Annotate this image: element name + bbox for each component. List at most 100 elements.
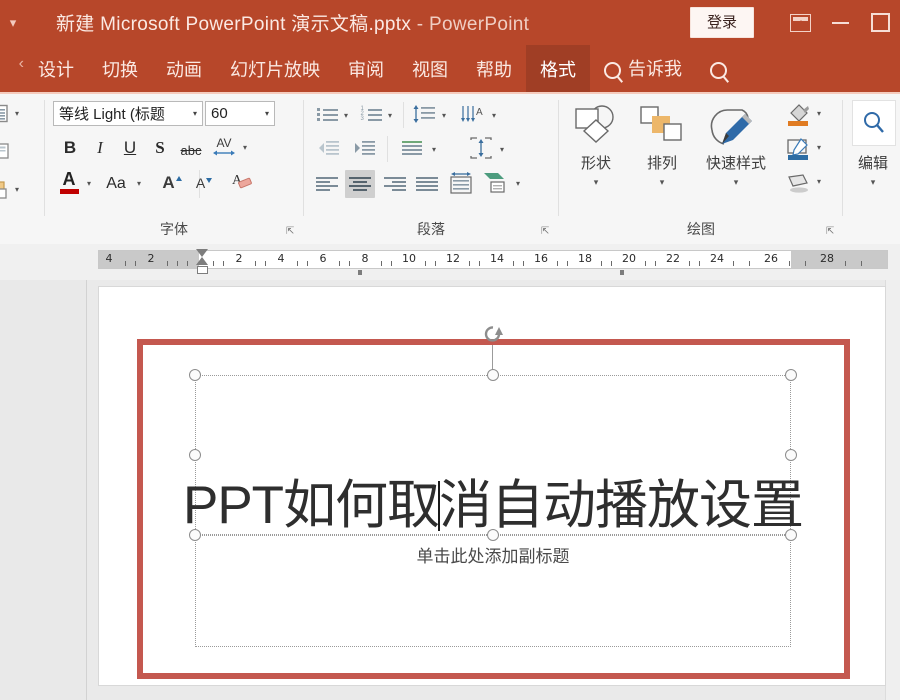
new-slide-dropdown-icon[interactable]: ▾ (12, 108, 22, 118)
shape-effects-icon[interactable] (784, 170, 812, 196)
arrange-dropdown-icon[interactable]: ▾ (656, 176, 668, 188)
italic-button[interactable]: I (88, 136, 112, 160)
justify-icon[interactable] (413, 172, 441, 196)
quick-styles-label[interactable]: 快速样式 (690, 152, 782, 173)
shape-effects-dropdown-icon[interactable]: ▾ (814, 176, 824, 186)
sign-in-button[interactable]: 登录 (689, 7, 754, 38)
tell-me-box[interactable]: 告诉我 (590, 45, 692, 92)
tab-review[interactable]: 审阅 (334, 45, 398, 92)
account-search-icon[interactable] (696, 45, 737, 92)
tab-slideshow[interactable]: 幻灯片放映 (216, 45, 334, 92)
maximize-icon[interactable] (860, 0, 900, 45)
align-text-icon[interactable] (399, 138, 425, 158)
font-color-dropdown-icon[interactable]: ▾ (84, 178, 94, 188)
slide-thumbnail-pane[interactable] (0, 280, 87, 700)
increase-indent-icon[interactable] (351, 138, 377, 158)
drawing-dialog-launcher-icon[interactable]: ⇱ (826, 227, 836, 237)
font-name-combobox[interactable]: 等线 Light (标题 ▾ (53, 101, 203, 126)
text-box-align-icon[interactable] (467, 136, 495, 160)
underline-button[interactable]: U (118, 136, 142, 160)
character-spacing-dropdown-icon[interactable]: ▾ (240, 142, 250, 152)
tab-format[interactable]: 格式 (526, 45, 590, 92)
handle-title-bottom-center[interactable] (487, 529, 499, 541)
line-spacing-icon[interactable] (411, 104, 437, 124)
align-left-icon[interactable] (313, 172, 341, 196)
text-box-align-dropdown-icon[interactable]: ▾ (497, 144, 507, 154)
ribbon-display-options-icon[interactable] (780, 0, 820, 45)
handle-title-middle-right[interactable] (785, 449, 797, 461)
shapes-icon[interactable] (570, 104, 622, 153)
convert-to-smartart-icon[interactable] (481, 170, 511, 196)
vertical-scrollbar[interactable] (885, 280, 900, 700)
text-direction-dropdown-icon[interactable]: ▾ (489, 110, 499, 120)
handle-title-top-right[interactable] (785, 369, 797, 381)
bold-button[interactable]: B (58, 136, 82, 160)
strikethrough-button[interactable]: abc (176, 138, 206, 162)
handle-title-bottom-right[interactable] (785, 529, 797, 541)
shape-outline-dropdown-icon[interactable]: ▾ (814, 142, 824, 152)
indent-marker-icon[interactable] (196, 247, 209, 274)
minimize-icon[interactable] (820, 0, 860, 45)
title-placeholder[interactable]: PPT如何取消自动播放设置 (183, 375, 804, 535)
tab-transitions[interactable]: 切换 (88, 45, 152, 92)
align-text-dropdown-icon[interactable]: ▾ (429, 144, 439, 154)
tab-view[interactable]: 视图 (398, 45, 462, 92)
new-slide-icon[interactable] (0, 102, 12, 126)
arrange-icon[interactable] (640, 106, 686, 151)
rotation-handle-icon[interactable] (482, 323, 504, 345)
handle-title-top-left[interactable] (189, 369, 201, 381)
find-magnifier-icon[interactable] (852, 100, 896, 146)
line-spacing-dropdown-icon[interactable]: ▾ (439, 110, 449, 120)
smartart-dropdown-icon[interactable]: ▾ (513, 178, 523, 188)
editing-group-button-label[interactable]: 编辑 (846, 152, 900, 173)
tab-stop-marker-1[interactable] (358, 270, 362, 275)
change-case-button[interactable]: Aa (100, 172, 132, 196)
shape-fill-icon[interactable] (784, 102, 812, 128)
quick-styles-icon[interactable] (702, 104, 758, 155)
character-spacing-button[interactable]: AV (210, 134, 238, 160)
align-right-icon[interactable] (381, 172, 409, 196)
section-icon[interactable] (0, 178, 12, 202)
font-size-combobox[interactable]: 60 ▾ (205, 101, 275, 126)
editing-dropdown-icon[interactable]: ▾ (867, 176, 879, 188)
character-spacing-label: AV (216, 135, 232, 150)
shapes-label[interactable]: 形状 (556, 152, 636, 173)
numbering-icon[interactable]: 123 (359, 104, 383, 124)
paragraph-dialog-launcher-icon[interactable]: ⇱ (541, 227, 551, 237)
font-dialog-launcher-icon[interactable]: ⇱ (286, 227, 296, 237)
font-size-dropdown-icon[interactable]: ▾ (265, 109, 274, 118)
clear-formatting-button[interactable]: A (228, 168, 256, 196)
handle-title-top-center[interactable] (487, 369, 499, 381)
arrange-label[interactable]: 排列 (632, 152, 692, 173)
tab-overflow-icon[interactable]: ‹ (0, 45, 24, 92)
bullets-dropdown-icon[interactable]: ▾ (341, 110, 351, 120)
bullets-icon[interactable] (315, 104, 339, 124)
tab-animations[interactable]: 动画 (152, 45, 216, 92)
handle-title-middle-left[interactable] (189, 449, 201, 461)
quick-styles-dropdown-icon[interactable]: ▾ (730, 176, 742, 188)
horizontal-ruler[interactable]: 4 2 2 4 6 8 10 12 14 16 18 20 22 24 26 2… (98, 250, 888, 269)
shape-fill-dropdown-icon[interactable]: ▾ (814, 108, 824, 118)
align-center-icon[interactable] (345, 170, 375, 198)
slide-canvas[interactable]: PPT如何取消自动播放设置 单击此处添加副标题 (98, 286, 886, 686)
shrink-font-button[interactable]: A (190, 170, 218, 196)
text-shadow-button[interactable]: S (148, 136, 172, 160)
font-name-dropdown-icon[interactable]: ▾ (193, 109, 202, 118)
shapes-dropdown-icon[interactable]: ▾ (590, 176, 602, 188)
subtitle-placeholder[interactable]: 单击此处添加副标题 (195, 535, 791, 647)
layout-icon[interactable] (0, 140, 12, 164)
columns-icon[interactable] (447, 170, 475, 196)
shape-outline-icon[interactable] (784, 136, 812, 162)
section-dropdown-icon[interactable]: ▾ (12, 184, 22, 194)
qat-dropdown-icon[interactable]: ▾ (2, 0, 24, 45)
tab-help[interactable]: 帮助 (462, 45, 526, 92)
numbering-dropdown-icon[interactable]: ▾ (385, 110, 395, 120)
tab-stop-marker-2[interactable] (620, 270, 624, 275)
decrease-indent-icon[interactable] (315, 138, 341, 158)
handle-title-bottom-left[interactable] (189, 529, 201, 541)
tab-design[interactable]: 设计 (24, 45, 88, 92)
grow-font-button[interactable]: A (158, 170, 186, 196)
change-case-dropdown-icon[interactable]: ▾ (134, 178, 144, 188)
font-color-button[interactable]: A (56, 168, 82, 196)
text-direction-icon[interactable]: A (459, 104, 487, 124)
